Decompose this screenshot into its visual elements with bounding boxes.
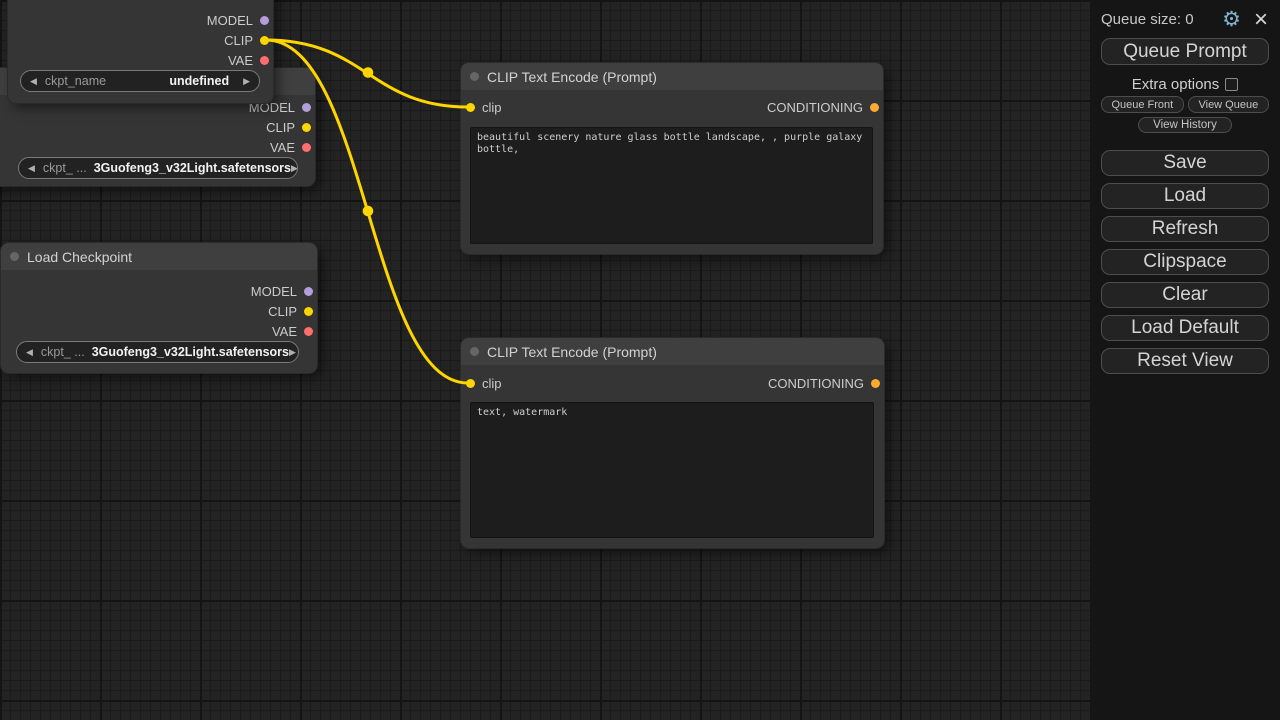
comfy-menu-panel: Queue size: 0 ⚙ × Queue Prompt Extra opt… [1090, 0, 1280, 720]
clip-output-label: CLIP [266, 120, 295, 135]
clipspace-button[interactable]: Clipspace [1101, 249, 1269, 275]
positive-prompt-textarea[interactable]: beautiful scenery nature glass bottle la… [470, 127, 873, 244]
node-title: Load Checkpoint [27, 249, 132, 265]
vae-output-label: VAE [228, 53, 253, 68]
extra-options-label: Extra options [1132, 76, 1220, 93]
widget-value: 3Guofeng3_v32Light.safetensors [92, 345, 289, 359]
ckpt-name-widget[interactable]: ◀ ckpt_ ... 3Guofeng3_v32Light.safetenso… [16, 341, 299, 363]
clear-button[interactable]: Clear [1101, 282, 1269, 308]
vae-output-dot[interactable] [260, 56, 269, 65]
node-titlebar[interactable]: CLIP Text Encode (Prompt) [461, 63, 883, 90]
vae-output-dot[interactable] [302, 143, 311, 152]
settings-gear-icon[interactable]: ⚙ [1222, 9, 1241, 30]
node-titlebar[interactable]: CLIP Text Encode (Prompt) [461, 338, 884, 365]
link-midpoint-dot [363, 67, 374, 78]
clip-output-dot[interactable] [260, 36, 269, 45]
queue-front-button[interactable]: Queue Front [1101, 96, 1184, 113]
reset-view-button[interactable]: Reset View [1101, 348, 1269, 374]
clip-input-label: clip [482, 100, 502, 115]
node-title: CLIP Text Encode (Prompt) [487, 69, 657, 85]
widget-value: 3Guofeng3_v32Light.safetensors [94, 161, 291, 175]
refresh-button[interactable]: Refresh [1101, 216, 1269, 242]
widget-next-icon[interactable]: ▶ [243, 77, 250, 86]
model-output-dot[interactable] [260, 16, 269, 25]
clip-input-label: clip [482, 376, 502, 391]
widget-next-icon[interactable]: ▶ [289, 348, 296, 357]
widget-value: undefined [169, 74, 229, 88]
widget-label: ckpt_ ... [41, 345, 85, 359]
vae-output-label: VAE [272, 324, 297, 339]
close-icon[interactable]: × [1254, 10, 1268, 29]
widget-label: ckpt_ ... [43, 161, 87, 175]
node-collapse-dot[interactable] [470, 72, 479, 81]
node-collapse-dot[interactable] [10, 252, 19, 261]
conditioning-output-label: CONDITIONING [767, 100, 863, 115]
model-output-label: MODEL [251, 284, 297, 299]
save-button[interactable]: Save [1101, 150, 1269, 176]
vae-output-dot[interactable] [304, 327, 313, 336]
clip-input-dot[interactable] [466, 379, 475, 388]
node-load-checkpoint-bottom[interactable]: Load Checkpoint MODEL CLIP VAE ◀ ckpt_ .… [1, 243, 317, 373]
node-clip-text-encode-positive[interactable]: CLIP Text Encode (Prompt) clip CONDITION… [461, 63, 883, 254]
load-button[interactable]: Load [1101, 183, 1269, 209]
node-titlebar[interactable]: Load Checkpoint [1, 243, 317, 270]
node-load-checkpoint-top[interactable]: MODEL CLIP VAE ◀ ckpt_name undefined ▶ [8, 0, 273, 103]
widget-prev-icon[interactable]: ◀ [28, 164, 35, 173]
negative-prompt-textarea[interactable]: text, watermark [470, 402, 874, 538]
node-clip-text-encode-negative[interactable]: CLIP Text Encode (Prompt) clip CONDITION… [461, 338, 884, 548]
view-queue-button[interactable]: View Queue [1188, 96, 1269, 113]
conditioning-output-dot[interactable] [871, 379, 880, 388]
clip-output-label: CLIP [268, 304, 297, 319]
widget-next-icon[interactable]: ▶ [291, 164, 298, 173]
ckpt-name-widget[interactable]: ◀ ckpt_ ... 3Guofeng3_v32Light.safetenso… [18, 157, 298, 179]
model-output-dot[interactable] [302, 103, 311, 112]
extra-options-checkbox[interactable] [1225, 78, 1238, 91]
view-history-button[interactable]: View History [1138, 117, 1232, 133]
clip-input-dot[interactable] [466, 103, 475, 112]
widget-prev-icon[interactable]: ◀ [30, 77, 37, 86]
conditioning-output-label: CONDITIONING [768, 376, 864, 391]
queue-size-label: Queue size: 0 [1101, 11, 1194, 28]
queue-prompt-button[interactable]: Queue Prompt [1101, 38, 1269, 65]
model-output-dot[interactable] [304, 287, 313, 296]
model-output-label: MODEL [207, 13, 253, 28]
node-graph-canvas[interactable]: MODEL CLIP VAE ◀ ckpt_ ... 3Guofeng3_v32… [0, 0, 1280, 720]
link-midpoint-dot [363, 206, 374, 217]
clip-output-label: CLIP [224, 33, 253, 48]
ckpt-name-widget[interactable]: ◀ ckpt_name undefined ▶ [20, 70, 260, 92]
node-title: CLIP Text Encode (Prompt) [487, 344, 657, 360]
clip-output-dot[interactable] [304, 307, 313, 316]
widget-label: ckpt_name [45, 74, 106, 88]
clip-output-dot[interactable] [302, 123, 311, 132]
node-collapse-dot[interactable] [470, 347, 479, 356]
conditioning-output-dot[interactable] [870, 103, 879, 112]
load-default-button[interactable]: Load Default [1101, 315, 1269, 341]
widget-prev-icon[interactable]: ◀ [26, 348, 33, 357]
vae-output-label: VAE [270, 140, 295, 155]
